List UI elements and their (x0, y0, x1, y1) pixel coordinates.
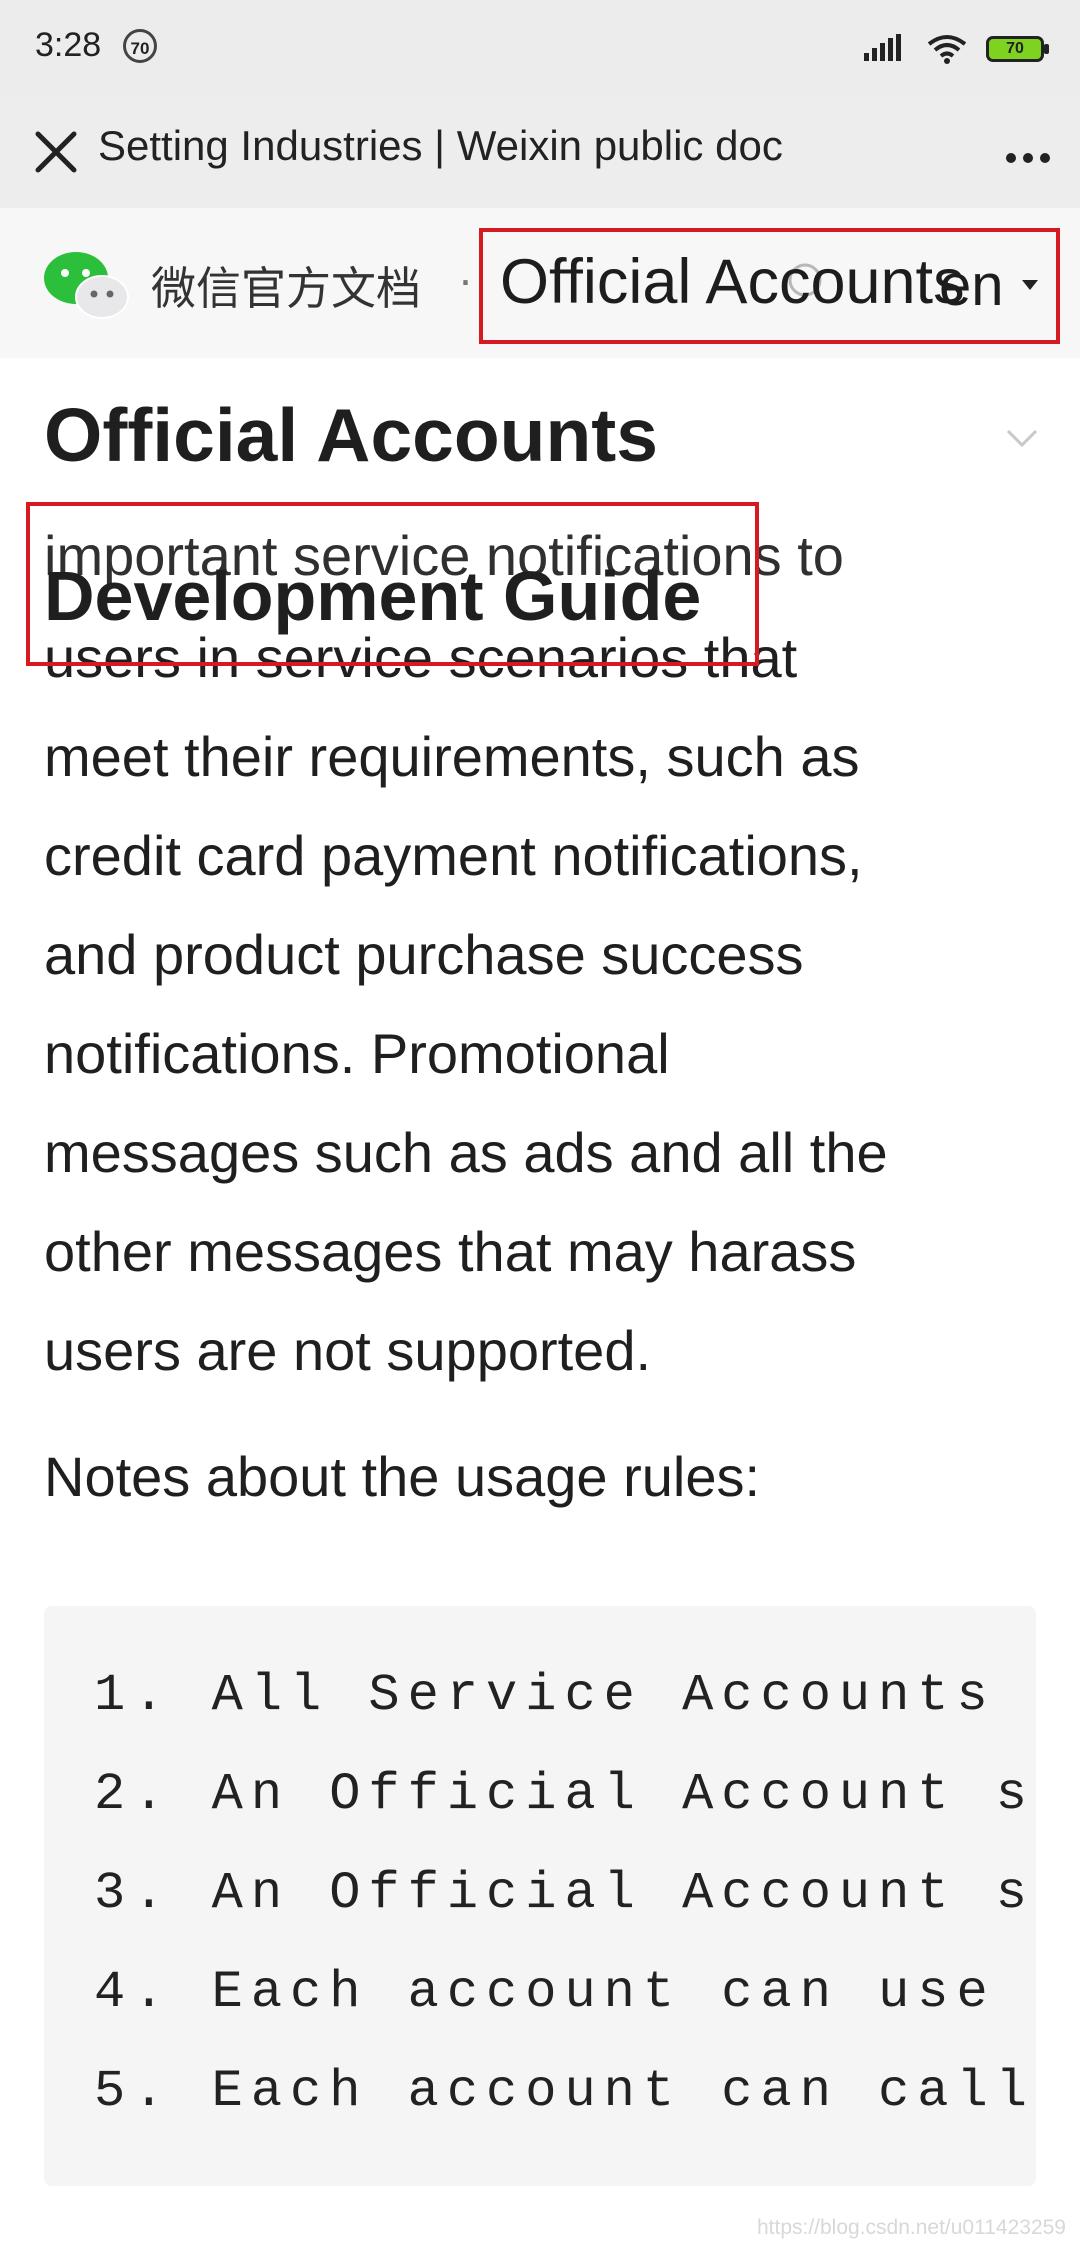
header-separator: · (458, 254, 473, 305)
notes-label: Notes about the usage rules: (44, 1445, 761, 1508)
wifi-icon (927, 35, 967, 64)
paragraph-line: credit card payment notifications, (44, 824, 863, 887)
battery-icon: 70 (986, 36, 1049, 62)
section-title: Official Accounts (44, 393, 658, 477)
code-line: 4. Each account can use 2 (94, 1963, 1036, 2022)
more-menu-icon[interactable] (999, 150, 1050, 168)
close-icon[interactable] (28, 124, 84, 180)
paragraph-line: messages such as ads and all the (44, 1121, 888, 1184)
code-line: 2. An Official Account sh (94, 1765, 1036, 1824)
page-title: Setting Industries | Weixin public doc (98, 122, 783, 169)
paragraph-line: and product purchase success (44, 923, 804, 986)
code-line: 3. An Official Account sh (94, 1864, 1036, 1923)
document-content: important service notifications to Devel… (0, 514, 1080, 2248)
status-bar: 3:28 70 70 (0, 0, 1080, 98)
wechat-logo-icon[interactable] (42, 248, 134, 322)
highlight-box-header (479, 228, 1060, 344)
status-icons: 70 (862, 26, 1049, 72)
watermark: https://blog.csdn.net/u011423259 (756, 2216, 1066, 2239)
paragraph-line: other messages that may harass (44, 1220, 857, 1283)
section-header[interactable]: Official Accounts (0, 358, 1080, 516)
status-time: 3:28 (35, 26, 102, 64)
chevron-down-icon[interactable] (1002, 424, 1042, 452)
signal-icon (864, 34, 901, 61)
browser-nav-bar: Setting Industries | Weixin public doc (0, 98, 1080, 208)
notification-badge: 70 (123, 29, 157, 63)
paragraph-line: users are not supported. (44, 1319, 652, 1382)
paragraph-line: notifications. Promotional (44, 1022, 670, 1085)
paragraph-line: meet their requirements, such as (44, 725, 860, 788)
code-line: 5. Each account can call (94, 2062, 1035, 2121)
code-line: 1. All Service Accounts c (94, 1666, 1036, 1725)
site-name[interactable]: 微信官方文档 (151, 252, 421, 317)
highlight-box-title (26, 502, 759, 666)
code-block: 1. All Service Accounts c 2. An Official… (44, 1606, 1036, 2186)
